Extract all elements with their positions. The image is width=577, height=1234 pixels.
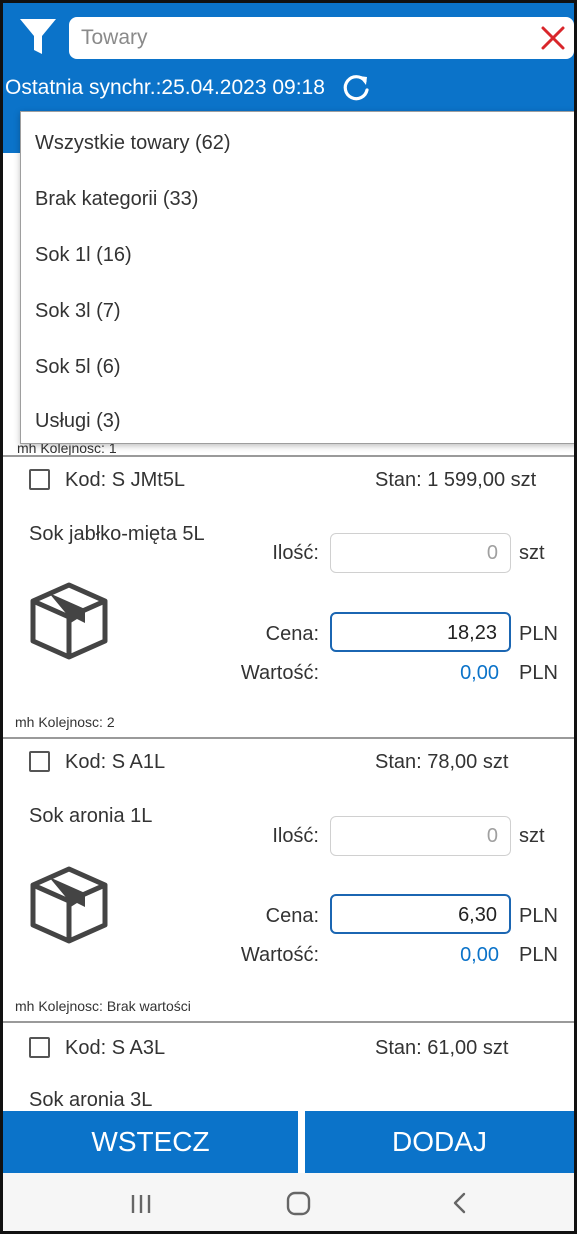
quantity-input[interactable]: 0 [330,533,511,573]
value-label: Wartość: [240,662,319,684]
quantity-label: Ilość: [272,542,319,564]
price-unit: PLN [519,623,558,645]
product-name: Sok jabłko-mięta 5L [29,523,205,545]
value-unit: PLN [519,662,558,684]
sync-status: Ostatnia synchr.:25.04.2023 09:18 [5,76,325,99]
category-dropdown: Wszystkie towary (62) Brak kategorii (33… [20,111,574,444]
value-amount: 0,00 [460,662,499,684]
product-checkbox[interactable] [29,751,50,772]
product-checkbox[interactable] [29,469,50,490]
category-option[interactable]: Wszystkie towary (62) [35,132,231,155]
system-nav-bar [3,1173,574,1231]
back-button[interactable]: WSTECZ [3,1111,298,1173]
product-code: Kod: S JMt5L [65,469,186,491]
quantity-unit: szt [519,542,545,564]
app-screen: Ostatnia synchr.:25.04.2023 09:18 mh Kol… [0,0,577,1234]
search-input[interactable] [81,17,521,59]
price-unit: PLN [519,905,558,927]
box-icon [30,866,108,944]
product-card: Kod: S JMt5L Stan: 1 599,00 szt Sok jabł… [3,457,574,730]
sort-order-label: mh Kolejnosc: 2 [15,714,115,730]
product-stock: Stan: 1 599,00 szt [375,469,537,491]
category-option[interactable]: Sok 1l (16) [35,244,132,267]
refresh-icon[interactable] [341,73,371,103]
price-input[interactable]: 18,23 [330,612,511,652]
search-box[interactable] [69,17,574,59]
close-icon[interactable] [540,25,566,51]
add-button[interactable]: DODAJ [305,1111,574,1173]
category-option[interactable]: Sok 3l (7) [35,300,121,323]
category-option[interactable]: Sok 5l (6) [35,356,121,379]
product-stock: Stan: 78,00 szt [375,751,509,773]
product-checkbox[interactable] [29,1037,50,1058]
product-code: Kod: S A3L [65,1037,166,1059]
value-unit: PLN [519,944,558,966]
product-card: Kod: S A1L Stan: 78,00 szt Sok aronia 1L… [3,739,574,1019]
price-label: Cena: [265,623,319,645]
sort-order-label: mh Kolejnosc: Brak wartości [15,998,191,1014]
product-card: Kod: S A3L Stan: 61,00 szt Sok aronia 3L [3,1023,574,1111]
home-icon[interactable] [279,1185,319,1221]
price-label: Cena: [265,905,319,927]
quantity-unit: szt [519,825,545,847]
product-code: Kod: S A1L [65,751,166,773]
value-label: Wartość: [240,944,319,966]
category-option[interactable]: Usługi (3) [35,410,121,433]
quantity-label: Ilość: [272,825,319,847]
recents-icon[interactable] [121,1185,161,1221]
product-name: Sok aronia 3L [29,1089,153,1111]
price-input[interactable]: 6,30 [330,894,511,934]
quantity-input[interactable]: 0 [330,816,511,856]
back-icon[interactable] [440,1185,480,1221]
value-amount: 0,00 [460,944,499,966]
product-name: Sok aronia 1L [29,805,153,827]
box-icon [30,582,108,660]
product-stock: Stan: 61,00 szt [375,1037,509,1059]
category-option[interactable]: Brak kategorii (33) [35,188,198,211]
filter-icon[interactable] [19,17,57,57]
